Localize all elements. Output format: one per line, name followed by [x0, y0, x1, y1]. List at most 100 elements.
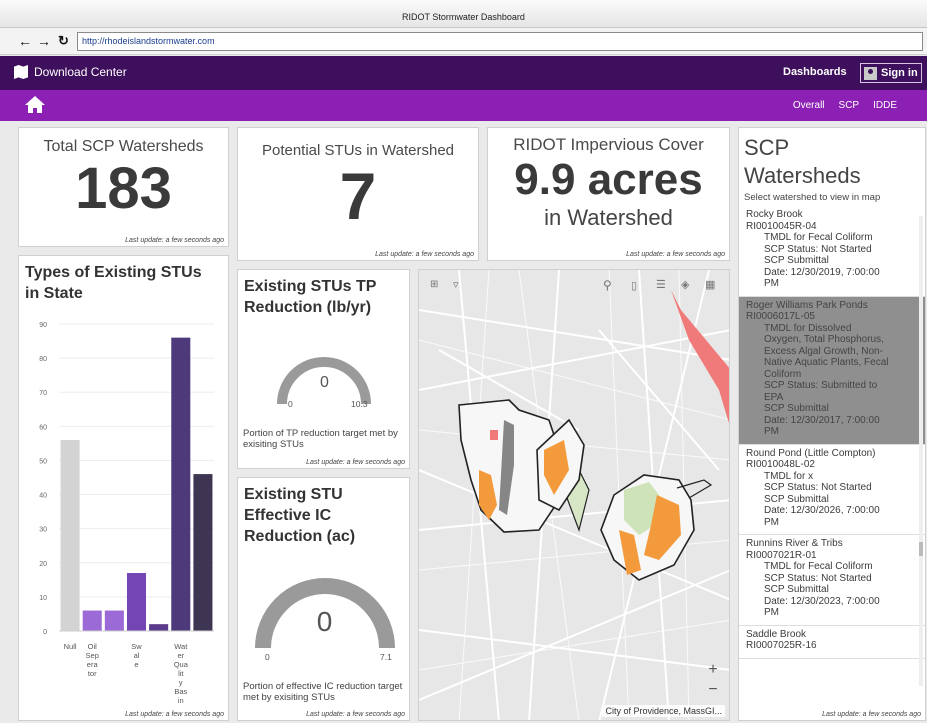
home-icon[interactable]	[25, 96, 45, 114]
watershed-detail: Coliform	[764, 368, 802, 380]
sub-navigation: Overall SCP IDDE	[0, 90, 927, 121]
watershed-id: RI0006017L-05	[746, 311, 815, 322]
watershed-detail: TMDL for Fecal Coliform	[764, 232, 873, 243]
y-tick-label: 30	[39, 527, 47, 534]
bar	[149, 624, 169, 631]
browser-navbar: ← → ↻ http://rhodeislandstormwater.com	[0, 28, 927, 55]
list-item[interactable]: Roger Williams Park Ponds RI0006017L-05 TM…	[739, 296, 925, 445]
x-tick-label: Oil	[88, 642, 98, 651]
card-footer: Last update: a few seconds ago	[375, 251, 474, 258]
search-icon[interactable]: ⚲	[603, 278, 612, 292]
watershed-detail: SCP Submittal	[764, 255, 829, 266]
tab-scp[interactable]: SCP	[839, 100, 860, 111]
watershed-list: Rocky Brook RI0010045R-04 TMDL for Fecal C…	[739, 206, 925, 659]
nav-tabs: Overall SCP IDDE	[793, 100, 897, 111]
watershed-id: RI0007021R-01	[746, 549, 817, 561]
y-tick-label: 80	[39, 356, 47, 363]
watershed-id: RI0010045R-04	[746, 220, 817, 232]
gauge-caption: Portion of TP reduction target met by ex…	[243, 428, 398, 450]
watershed-name: Round Pond (Little Compton)	[746, 447, 876, 459]
app-header: Download Center Dashboards Sign in	[0, 56, 927, 90]
y-tick-label: 0	[43, 629, 47, 636]
watershed-detail: Date: 12/30/2023, 7:00:00	[764, 595, 880, 607]
list-item[interactable]: Runnins River & Tribs RI0007021R-01 TMDL f…	[739, 535, 925, 626]
map-panel[interactable]: ⊞ ▿ ⚲ ▯ ☰ ◈ ▦ + − City of Providence, Ma…	[418, 269, 730, 721]
back-icon[interactable]: ←	[18, 32, 32, 50]
bar	[104, 610, 124, 631]
watershed-id: RI0007025R-16	[746, 640, 817, 651]
tab-idde[interactable]: IDDE	[873, 100, 897, 111]
list-footer: Last update: a few seconds ago	[818, 711, 921, 718]
url-input[interactable]: http://rhodeislandstormwater.com	[77, 32, 923, 51]
list-subtitle: Select watershed to view in map	[744, 192, 881, 203]
list-item[interactable]: Rocky Brook RI0010045R-04 TMDL for Fecal C…	[739, 206, 925, 297]
y-tick-label: 10	[39, 595, 47, 602]
list-title: SCP Watersheds	[744, 135, 861, 188]
watershed-detail: Date: 12/30/2017, 7:00:00	[764, 414, 880, 426]
bar	[171, 337, 191, 631]
x-tick-label: era	[87, 660, 99, 669]
map-icon	[14, 65, 28, 79]
card-subtitle: in Watershed	[544, 205, 673, 230]
map-attribution: City of Providence, MassGI...	[602, 705, 725, 717]
gauge-footer: Last update: a few seconds ago	[306, 459, 405, 466]
sign-in-button[interactable]: Sign in	[860, 63, 922, 83]
watershed-detail: EPA	[764, 391, 784, 403]
legend-icon[interactable]: ☰	[656, 278, 666, 291]
watershed-detail: SCP Status: Submitted to	[764, 380, 878, 391]
gauge-caption: Portion of effective IC reduction target…	[243, 681, 403, 703]
x-tick-label: Wat	[174, 642, 188, 651]
bar	[193, 474, 213, 631]
layers-icon[interactable]: ◈	[681, 278, 689, 291]
watershed-detail: Excess Algal Growth, Non-	[764, 345, 883, 357]
card-footer: Last update: a few seconds ago	[125, 237, 224, 244]
watershed-detail: SCP Status: Not Started	[764, 243, 872, 255]
impervious-cover-card: RIDOT Impervious Cover 9.9 acres in Wate…	[487, 127, 730, 261]
y-tick-label: 90	[39, 322, 47, 329]
dashboards-link[interactable]: Dashboards	[783, 66, 847, 78]
y-tick-label: 20	[39, 561, 47, 568]
scrollbar[interactable]	[919, 216, 923, 686]
watershed-detail: PM	[764, 426, 779, 437]
list-item[interactable]: Saddle Brook RI0007025R-16	[739, 626, 925, 659]
potential-stus-card: Potential STUs in Watershed 7 Last updat…	[237, 127, 479, 261]
bookmark-icon[interactable]: ▯	[631, 279, 637, 292]
watershed-detail: SCP Submittal	[764, 584, 829, 595]
gauge-min: 0	[288, 399, 293, 409]
chevron-down-icon[interactable]: ▿	[453, 278, 459, 291]
bar	[126, 573, 147, 631]
x-tick-label: Bas	[174, 687, 187, 696]
download-center-link[interactable]: Download Center	[14, 65, 127, 79]
watershed-detail: TMDL for x	[764, 470, 814, 482]
y-tick-label: 40	[39, 493, 47, 500]
download-center-label: Download Center	[34, 65, 127, 79]
reload-icon[interactable]: ↻	[58, 32, 69, 50]
card-title: RIDOT Impervious Cover	[513, 135, 704, 154]
watershed-detail: SCP Status: Not Started	[764, 572, 872, 584]
gauge-footer: Last update: a few seconds ago	[306, 711, 405, 718]
sign-in-label: Sign in	[881, 67, 918, 79]
forward-icon[interactable]: →	[37, 32, 51, 50]
y-tick-label: 70	[39, 390, 47, 397]
watershed-detail: Oxygen, Total Phosphorus,	[764, 334, 884, 345]
zoom-controls: + −	[702, 660, 724, 702]
watershed-name: Runnins River & Tribs	[746, 538, 843, 549]
list-item[interactable]: Round Pond (Little Compton) RI0010048L-02…	[739, 445, 925, 535]
gauge-max: 10.3	[351, 399, 368, 409]
map-canvas[interactable]	[419, 270, 730, 721]
zoom-out-button[interactable]: −	[702, 680, 724, 700]
x-tick-label: lit	[178, 669, 184, 678]
zoom-in-button[interactable]: +	[702, 660, 724, 680]
tp-reduction-panel: Existing STUs TP Reduction (lb/yr) 0 0 1…	[237, 269, 410, 469]
watershed-detail: TMDL for Dissolved	[764, 322, 852, 334]
x-tick-label: er	[177, 651, 184, 660]
map-tool-icon[interactable]: ⊞	[430, 279, 438, 290]
x-tick-label: Sw	[131, 642, 142, 651]
tab-overall[interactable]: Overall	[793, 100, 825, 111]
card-value: 9.9 acres	[514, 155, 703, 204]
gauge-title: Existing STUs TP Reduction (lb/yr)	[244, 278, 377, 316]
scp-watersheds-panel: SCP Watersheds Select watershed to view …	[738, 127, 926, 721]
card-footer: Last update: a few seconds ago	[626, 251, 725, 258]
basemap-icon[interactable]: ▦	[705, 278, 715, 291]
x-tick-label: in	[178, 696, 184, 705]
